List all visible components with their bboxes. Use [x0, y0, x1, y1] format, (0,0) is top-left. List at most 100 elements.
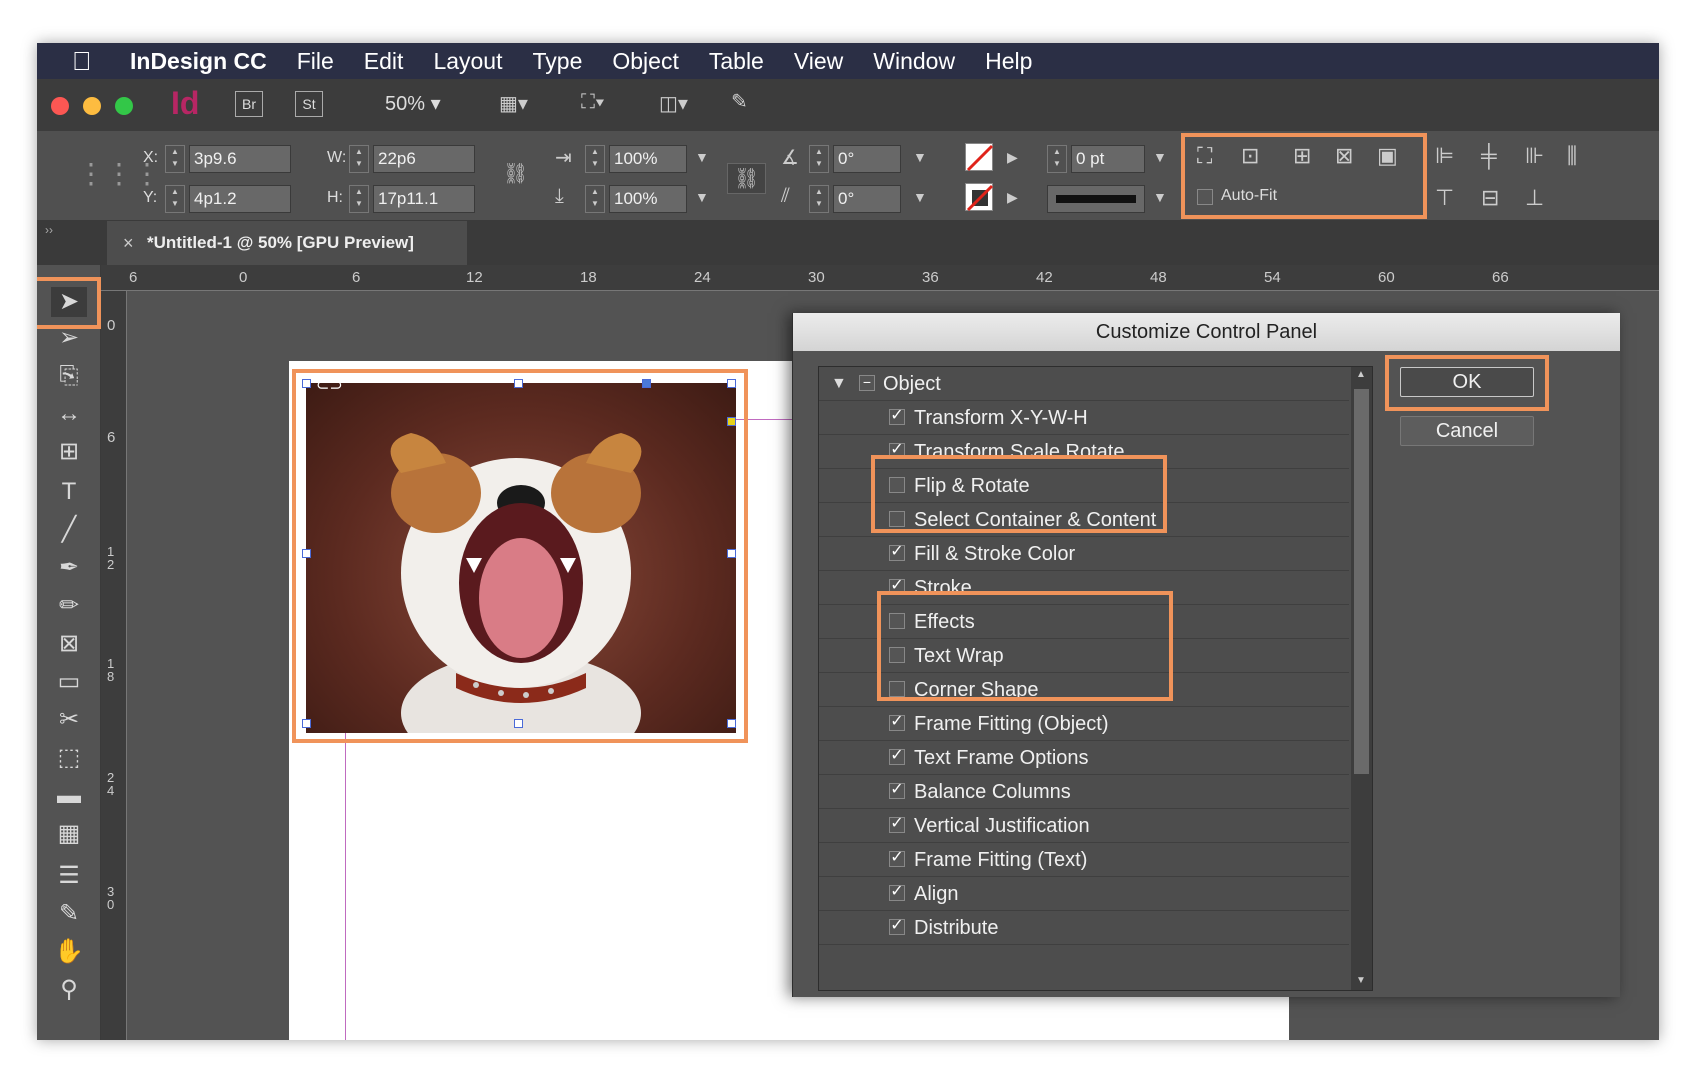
group-checkbox[interactable]: −: [859, 375, 875, 391]
h-field[interactable]: 17p11.1: [373, 185, 475, 213]
scroll-down-icon[interactable]: ▼: [1356, 975, 1366, 986]
list-item[interactable]: ✓ Distribute: [819, 911, 1349, 945]
menu-file[interactable]: File: [297, 48, 334, 75]
menu-layout[interactable]: Layout: [433, 48, 502, 75]
menu-object[interactable]: Object: [612, 48, 678, 75]
item-checkbox[interactable]: ✓: [889, 408, 905, 425]
bridge-button[interactable]: Br: [235, 91, 263, 117]
stroke-weight-field[interactable]: 0 pt: [1071, 145, 1145, 173]
menu-type[interactable]: Type: [533, 48, 583, 75]
menu-view[interactable]: View: [794, 48, 843, 75]
fit-content-proportionally-icon[interactable]: ⊡: [1241, 143, 1259, 169]
resize-handle[interactable]: [727, 719, 736, 728]
view-options-icon[interactable]: ▦▾: [499, 91, 528, 116]
item-checkbox[interactable]: ✓: [889, 884, 905, 901]
center-content-icon[interactable]: ▣: [1377, 143, 1398, 169]
x-stepper[interactable]: ▲ ▼: [165, 145, 185, 173]
publish-online-icon[interactable]: ✎: [731, 89, 748, 114]
ok-button[interactable]: OK: [1400, 367, 1534, 397]
list-item[interactable]: ✓ Frame Fitting (Text): [819, 843, 1349, 877]
align-horizontal-center-icon[interactable]: ╪: [1481, 143, 1497, 169]
scale-y-field[interactable]: 100%: [609, 185, 687, 213]
w-stepper[interactable]: ▲ ▼: [349, 145, 369, 173]
list-scrollbar[interactable]: ▲ ▼: [1351, 367, 1372, 990]
list-item[interactable]: ✓ Fill & Stroke Color: [819, 537, 1349, 571]
corner-radius-handle[interactable]: [642, 379, 651, 388]
rotation-dropdown[interactable]: ▼: [913, 149, 927, 165]
shear-dropdown[interactable]: ▼: [913, 189, 927, 205]
hand-tool-icon[interactable]: ✋: [51, 937, 87, 967]
item-checkbox[interactable]: ✓: [889, 816, 905, 833]
list-item[interactable]: ✓ Balance Columns: [819, 775, 1349, 809]
align-top-icon[interactable]: ⊤: [1435, 185, 1454, 211]
group-row-object[interactable]: ▼ − Object: [819, 367, 1349, 401]
scrollbar-thumb[interactable]: [1354, 389, 1369, 774]
gap-tool-icon[interactable]: ↔: [51, 399, 87, 429]
minimize-window-button[interactable]: [83, 97, 101, 115]
close-tab-icon[interactable]: ×: [123, 221, 134, 265]
align-bottom-icon[interactable]: ⊥: [1525, 185, 1544, 211]
document-tab[interactable]: *Untitled-1 @ 50% [GPU Preview]: [107, 221, 467, 265]
gradient-feather-tool-icon[interactable]: ▦: [51, 819, 87, 849]
item-checkbox[interactable]: ✓: [889, 544, 905, 561]
item-checkbox[interactable]: ✓: [889, 918, 905, 935]
stroke-weight-dropdown[interactable]: ▼: [1153, 149, 1167, 165]
free-transform-tool-icon[interactable]: ⬚: [51, 743, 87, 773]
fit-frame-to-content-icon[interactable]: ⊞: [1293, 143, 1311, 169]
list-item[interactable]: ✓ Text Frame Options: [819, 741, 1349, 775]
zoom-level-dropdown[interactable]: 50% ▾: [385, 91, 441, 116]
apple-icon[interactable]: : [72, 46, 122, 77]
arrange-documents-icon[interactable]: ◫▾: [659, 91, 688, 116]
gradient-swatch-tool-icon[interactable]: ▬: [51, 781, 87, 811]
resize-handle[interactable]: [514, 379, 523, 388]
selection-tool-icon[interactable]: ➤: [51, 287, 87, 317]
stroke-type-selector[interactable]: [1047, 185, 1145, 213]
list-item[interactable]: ✓ Frame Fitting (Object): [819, 707, 1349, 741]
note-tool-icon[interactable]: ☰: [51, 861, 87, 891]
fit-content-to-frame-icon[interactable]: ⊠: [1335, 143, 1353, 169]
expand-toolbox-icon[interactable]: ››: [45, 223, 53, 237]
shear-stepper[interactable]: ▲ ▼: [809, 185, 829, 213]
rotation-field[interactable]: 0°: [833, 145, 901, 173]
w-field[interactable]: 22p6: [373, 145, 475, 173]
page-tool-icon[interactable]: ⎘: [51, 361, 87, 391]
stroke-weight-stepper[interactable]: ▲ ▼: [1047, 145, 1067, 173]
constrain-proportions-icon[interactable]: ⛓: [503, 161, 528, 186]
item-checkbox[interactable]: ✓: [889, 714, 905, 731]
scroll-up-icon[interactable]: ▲: [1356, 369, 1366, 380]
resize-handle[interactable]: [302, 549, 311, 558]
cancel-button[interactable]: Cancel: [1400, 416, 1534, 446]
item-checkbox[interactable]: ✓: [889, 782, 905, 799]
list-item[interactable]: ✓ Align: [819, 877, 1349, 911]
content-collector-icon[interactable]: ⊞: [51, 437, 87, 467]
menu-table[interactable]: Table: [709, 48, 764, 75]
scale-x-dropdown[interactable]: ▼: [695, 149, 709, 165]
stroke-menu-arrow[interactable]: ▶: [1007, 189, 1018, 206]
menu-window[interactable]: Window: [873, 48, 955, 75]
align-left-icon[interactable]: ⊫: [1435, 143, 1454, 169]
rectangle-frame-tool-icon[interactable]: ⊠: [51, 629, 87, 659]
distribute-icon[interactable]: ⫼: [1567, 143, 1577, 169]
vertical-ruler[interactable]: 0 6 12 18 24 30: [101, 291, 127, 1040]
pencil-tool-icon[interactable]: ✏: [51, 591, 87, 621]
pen-tool-icon[interactable]: ✒: [51, 553, 87, 583]
y-stepper[interactable]: ▲ ▼: [165, 185, 185, 213]
fill-frame-proportionally-icon[interactable]: ⛶: [1197, 143, 1212, 169]
app-menu[interactable]: InDesign CC: [130, 48, 267, 75]
resize-handle[interactable]: [727, 379, 736, 388]
y-field[interactable]: 4p1.2: [189, 185, 291, 213]
resize-handle[interactable]: [514, 719, 523, 728]
align-vertical-center-icon[interactable]: ⊟: [1481, 185, 1499, 211]
horizontal-ruler[interactable]: 6 0 6 12 18 24 30 36 42 48 54 60 66: [101, 265, 1659, 291]
eyedropper-tool-icon[interactable]: ✎: [51, 899, 87, 929]
resize-handle[interactable]: [302, 719, 311, 728]
item-checkbox[interactable]: ✓: [889, 748, 905, 765]
scale-y-dropdown[interactable]: ▼: [695, 189, 709, 205]
zoom-window-button[interactable]: [115, 97, 133, 115]
image-frame[interactable]: ⊂⊃: [292, 369, 748, 743]
resize-handle[interactable]: [727, 549, 736, 558]
fill-menu-arrow[interactable]: ▶: [1007, 149, 1018, 166]
disclosure-triangle-icon[interactable]: ▼: [831, 367, 847, 401]
scissors-tool-icon[interactable]: ✂: [51, 705, 87, 735]
scale-x-stepper[interactable]: ▲ ▼: [585, 145, 605, 173]
